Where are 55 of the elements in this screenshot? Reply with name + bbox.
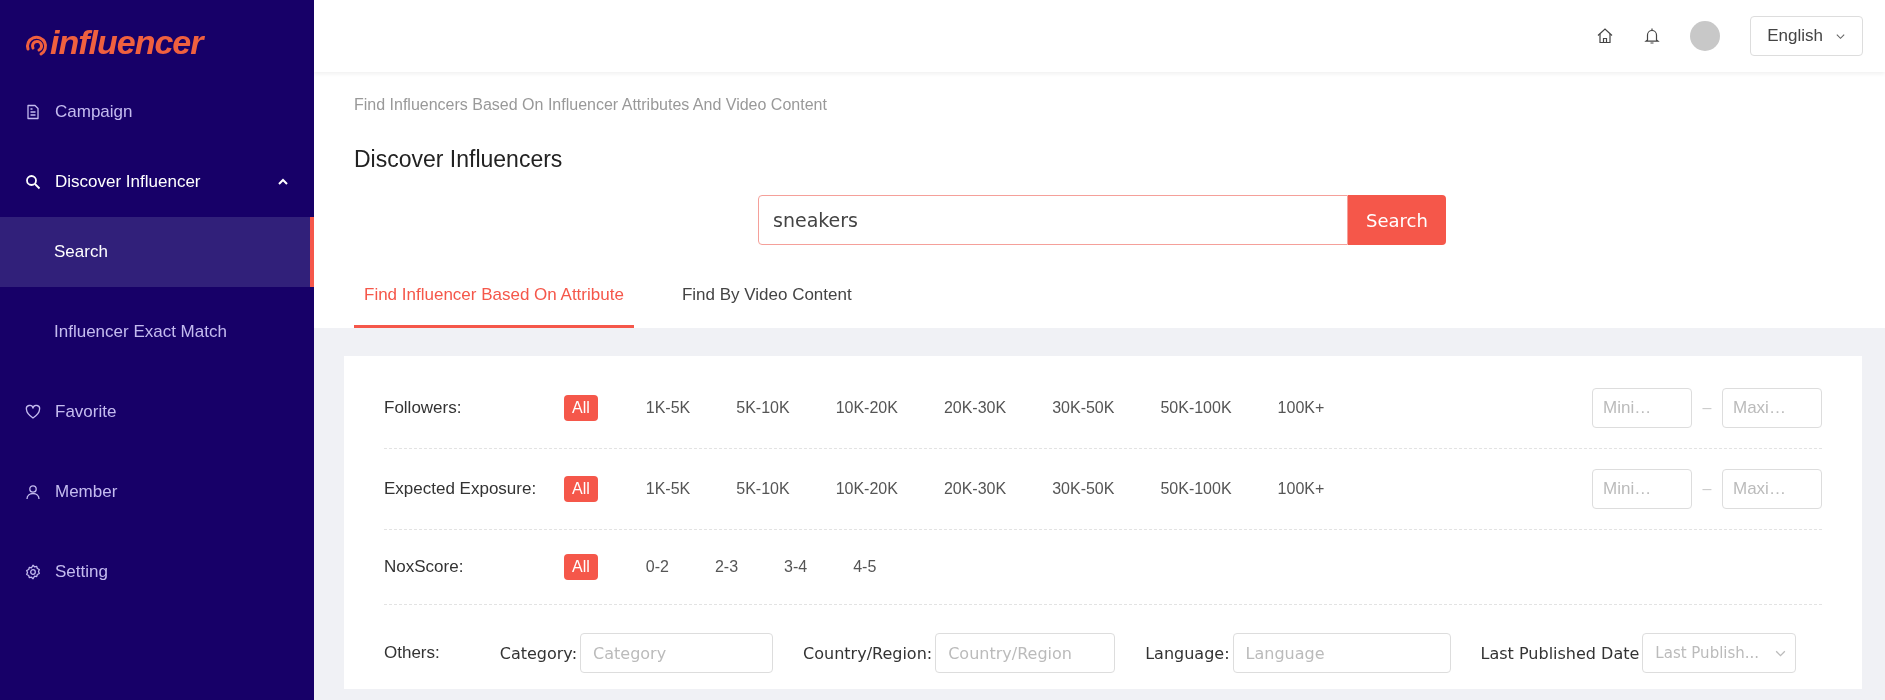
filter-label: NoxScore: [384, 557, 465, 577]
field-label: Language: [1145, 643, 1230, 663]
field-label: Last Published Date [1480, 643, 1640, 663]
home-icon[interactable] [1596, 27, 1615, 45]
field-label: Category: [499, 643, 578, 663]
nav-item[interactable]: Setting [0, 537, 314, 607]
filter-option[interactable]: 0-2 [637, 554, 677, 580]
minimum-field[interactable]: Mini… [1592, 469, 1692, 509]
nav-item[interactable]: Campaign [0, 77, 314, 147]
range-separator: – [1701, 480, 1713, 498]
filter-option[interactable]: 20K-30K [935, 476, 1015, 502]
filter-option[interactable]: 1K-5K [637, 395, 699, 421]
filter-option[interactable]: 30K-50K [1044, 395, 1123, 421]
document-icon [25, 104, 41, 120]
filter-option[interactable]: 3-4 [776, 554, 816, 580]
nav-item[interactable]: Discover Influencer [0, 147, 314, 217]
heart-icon [25, 404, 41, 420]
bell-icon[interactable] [1644, 27, 1661, 45]
filter-option[interactable]: 50K-100K [1152, 476, 1240, 502]
tab[interactable]: Find By Video Content [671, 285, 862, 328]
search-field[interactable]: sneakers [758, 195, 1348, 245]
person-icon [25, 484, 41, 500]
page-title: Discover Influencers [354, 146, 564, 173]
nav-item[interactable]: Favorite [0, 377, 314, 447]
minimum-field[interactable]: Mini… [1592, 388, 1692, 428]
field-label: Country/Region: [803, 643, 933, 663]
search-icon [25, 174, 41, 190]
filter-option[interactable]: 30K-50K [1044, 476, 1123, 502]
maximum-field[interactable]: Maxi… [1722, 388, 1822, 428]
filter-option[interactable]: 5K-10K [728, 395, 798, 421]
range-separator: – [1701, 399, 1713, 417]
maximum-field[interactable]: Maxi… [1722, 469, 1822, 509]
filter-option[interactable]: 2-3 [706, 554, 747, 580]
nav-subitem[interactable]: Influencer Exact Match [0, 287, 314, 377]
filter-option[interactable]: 20K-30K [935, 395, 1015, 421]
filter-option[interactable]: 100K+ [1269, 395, 1333, 421]
logo[interactable]: influencer [24, 14, 203, 62]
nav-item[interactable]: Member [0, 457, 314, 527]
filter-option[interactable]: 50K-100K [1152, 395, 1240, 421]
filter-label: Others: [384, 643, 440, 663]
language-select[interactable]: English [1750, 16, 1863, 56]
filter-option[interactable]: 100K+ [1269, 476, 1333, 502]
input-field[interactable]: Language [1232, 633, 1451, 673]
filter-option[interactable]: 10K-20K [827, 395, 906, 421]
nav-subitem[interactable]: Search [0, 217, 314, 287]
filter-option[interactable]: 1K-5K [637, 476, 699, 502]
filter-label: Followers: [384, 398, 463, 418]
filter-option[interactable]: 4-5 [845, 554, 885, 580]
input-field[interactable]: Country/Region [935, 633, 1116, 673]
filter-label: Expected Exposure: [384, 479, 538, 499]
settings-icon [25, 564, 41, 580]
filter-option[interactable]: 10K-20K [827, 476, 906, 502]
subtitle: Find Influencers Based On Influencer Attributes And Video Content [354, 96, 828, 114]
filter-option[interactable]: 5K-10K [728, 476, 798, 502]
input-field[interactable]: Category [580, 633, 774, 673]
